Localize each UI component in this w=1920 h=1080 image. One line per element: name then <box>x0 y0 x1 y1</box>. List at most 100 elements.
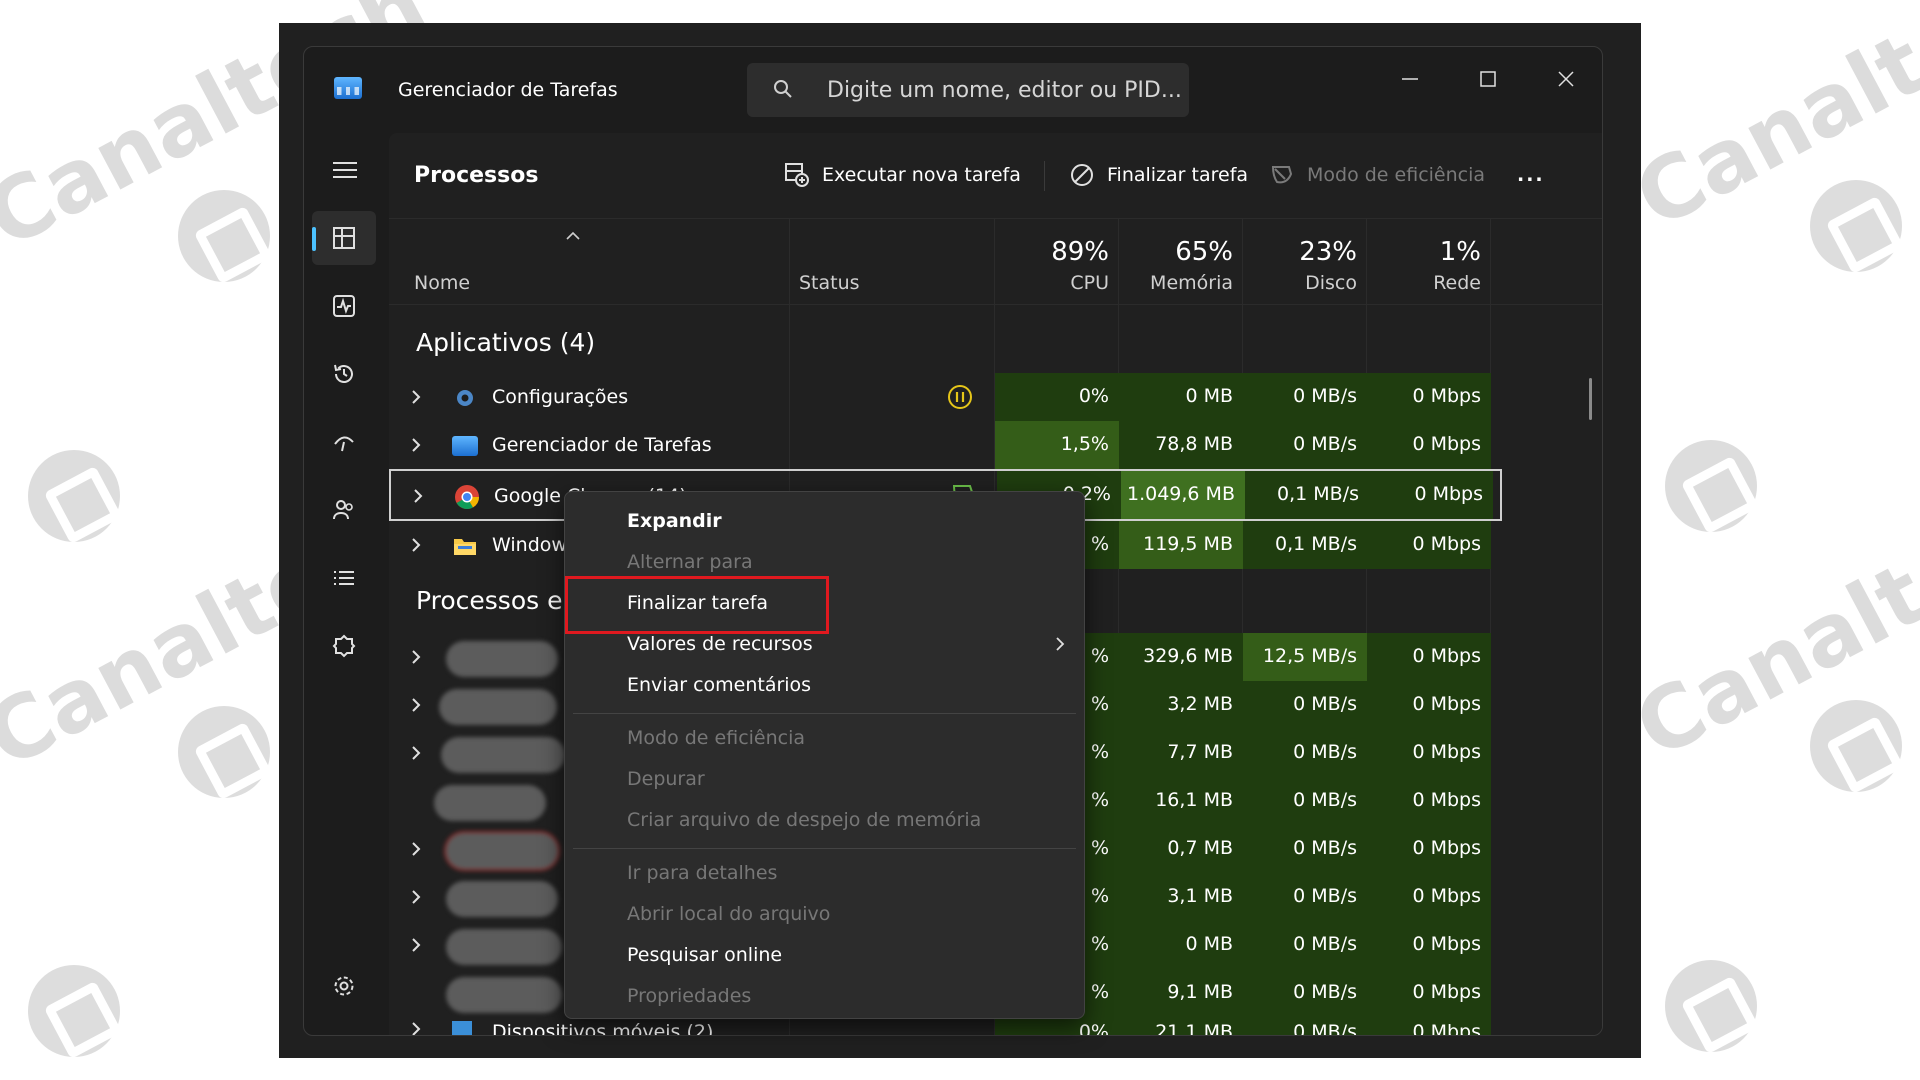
watermark-text: Canaltech <box>1620 463 1920 779</box>
column-memory[interactable]: Memória <box>1119 272 1233 294</box>
run-new-task-label: Executar nova tarefa <box>822 164 1021 186</box>
end-task-label: Finalizar tarefa <box>1107 164 1249 186</box>
page-title: Processos <box>414 163 539 188</box>
table-row[interactable]: Configurações 0% 0 MB 0 MB/s 0 Mbps <box>389 373 1502 421</box>
column-disk[interactable]: Disco <box>1243 272 1357 294</box>
disk-value: 0 MB/s <box>1243 729 1367 777</box>
scrollbar-thumb[interactable] <box>1589 378 1592 420</box>
network-value: 0 Mbps <box>1367 873 1491 921</box>
cpu-total: 89% <box>1051 237 1109 267</box>
gear-icon <box>457 390 473 406</box>
column-cpu[interactable]: CPU <box>995 272 1109 294</box>
memory-value: 78,8 MB <box>1119 421 1243 469</box>
search-box[interactable]: Digite um nome, editor ou PID... <box>747 63 1189 117</box>
network-value: 0 Mbps <box>1367 969 1491 1017</box>
chevron-right-icon[interactable] <box>411 1021 421 1036</box>
menu-item-search-online[interactable]: Pesquisar online <box>627 944 782 966</box>
toolbar: Processos Executar nova tarefa Finalizar… <box>389 133 1602 219</box>
redacted-process-name <box>446 929 562 965</box>
sidebar-item-users[interactable] <box>312 483 376 537</box>
disk-value: 12,5 MB/s <box>1243 633 1367 681</box>
chevron-right-icon <box>1056 637 1065 651</box>
chrome-icon <box>455 485 479 510</box>
memory-value: 0 MB <box>1119 921 1243 969</box>
watermark-logo <box>178 190 270 282</box>
network-value: 0 Mbps <box>1367 633 1491 681</box>
maximize-button[interactable] <box>1458 57 1518 101</box>
network-total: 1% <box>1439 237 1481 267</box>
details-icon <box>334 571 354 585</box>
minimize-button[interactable] <box>1380 57 1440 101</box>
memory-value: 3,2 MB <box>1119 681 1243 729</box>
sidebar-item-services[interactable] <box>312 619 376 673</box>
chevron-right-icon[interactable] <box>411 937 421 953</box>
sidebar-item-processes[interactable] <box>312 211 376 265</box>
table-row[interactable]: Gerenciador de Tarefas 1,5% 78,8 MB 0 MB… <box>389 421 1502 469</box>
network-value: 0 Mbps <box>1369 471 1493 519</box>
chevron-right-icon[interactable] <box>411 745 421 761</box>
menu-item-expand[interactable]: Expandir <box>627 510 722 532</box>
chevron-right-icon[interactable] <box>411 389 421 405</box>
context-menu: Expandir Alternar para Finalizar tarefa … <box>564 491 1085 1019</box>
chevron-right-icon[interactable] <box>411 889 421 905</box>
memory-value: 1.049,6 MB <box>1121 471 1245 519</box>
redacted-process-name <box>446 641 558 677</box>
disk-value: 0 MB/s <box>1243 921 1367 969</box>
column-status[interactable]: Status <box>799 272 860 294</box>
process-name: Window <box>492 534 567 556</box>
disk-value: 0 MB/s <box>1243 373 1367 421</box>
menu-item-switch-to: Alternar para <box>627 551 753 573</box>
efficiency-mode-label: Modo de eficiência <box>1307 164 1486 186</box>
close-button[interactable] <box>1536 57 1596 101</box>
search-placeholder: Digite um nome, editor ou PID... <box>827 78 1182 103</box>
chevron-right-icon[interactable] <box>413 488 423 504</box>
memory-value: 9,1 MB <box>1119 969 1243 1017</box>
group-background-title: Processos er <box>416 586 573 615</box>
watermark-logo <box>178 706 270 798</box>
window-title: Gerenciador de Tarefas <box>398 79 618 101</box>
maximize-icon <box>1480 71 1496 87</box>
sidebar-item-settings[interactable] <box>312 959 376 1013</box>
task-manager-app-icon <box>334 77 362 99</box>
search-icon <box>774 80 792 98</box>
menu-separator <box>573 848 1076 849</box>
sidebar-item-details[interactable] <box>312 551 376 605</box>
sidebar <box>304 133 389 1035</box>
chevron-right-icon[interactable] <box>411 437 421 453</box>
menu-item-send-feedback[interactable]: Enviar comentários <box>627 674 811 696</box>
table-row[interactable]: Dispositivos móveis (2) 0% 21,1 MB 0 MB/… <box>389 1017 1502 1036</box>
sort-ascending-icon <box>566 231 580 240</box>
disk-value: 0 MB/s <box>1243 873 1367 921</box>
menu-item-properties: Propriedades <box>627 985 752 1007</box>
users-icon <box>333 500 353 520</box>
sidebar-item-app-history[interactable] <box>312 347 376 401</box>
sidebar-item-performance[interactable] <box>312 279 376 333</box>
watermark-logo <box>1665 960 1757 1052</box>
menu-item-resource-values[interactable]: Valores de recursos <box>627 633 813 655</box>
menu-item-debug: Depurar <box>627 768 705 790</box>
chevron-right-icon[interactable] <box>411 697 421 713</box>
network-value: 0 Mbps <box>1367 521 1491 569</box>
watermark-logo <box>1665 440 1757 532</box>
column-name[interactable]: Nome <box>414 272 470 294</box>
run-new-task-button[interactable]: Executar nova tarefa <box>784 153 1021 197</box>
chevron-right-icon[interactable] <box>411 537 421 553</box>
efficiency-mode-button[interactable]: Modo de eficiência <box>1269 153 1485 197</box>
chevron-right-icon[interactable] <box>411 841 421 857</box>
disk-value: 0 MB/s <box>1243 1017 1367 1035</box>
process-name: Gerenciador de Tarefas <box>492 434 712 456</box>
hamburger-menu-button[interactable] <box>312 143 376 197</box>
group-apps-title: Aplicativos (4) <box>416 328 596 357</box>
startup-apps-icon <box>334 436 354 452</box>
menu-separator <box>573 713 1076 714</box>
more-options-button[interactable]: ... <box>1517 153 1545 197</box>
end-task-button[interactable]: Finalizar tarefa <box>1069 153 1248 197</box>
highlight-box <box>565 576 829 634</box>
network-value: 0 Mbps <box>1367 777 1491 825</box>
chevron-right-icon[interactable] <box>411 649 421 665</box>
redacted-process-name <box>446 833 558 869</box>
sidebar-item-startup-apps[interactable] <box>312 415 376 469</box>
column-network[interactable]: Rede <box>1367 272 1481 294</box>
process-name: Dispositivos móveis (2) <box>492 1021 714 1036</box>
process-name: Configurações <box>492 386 629 408</box>
